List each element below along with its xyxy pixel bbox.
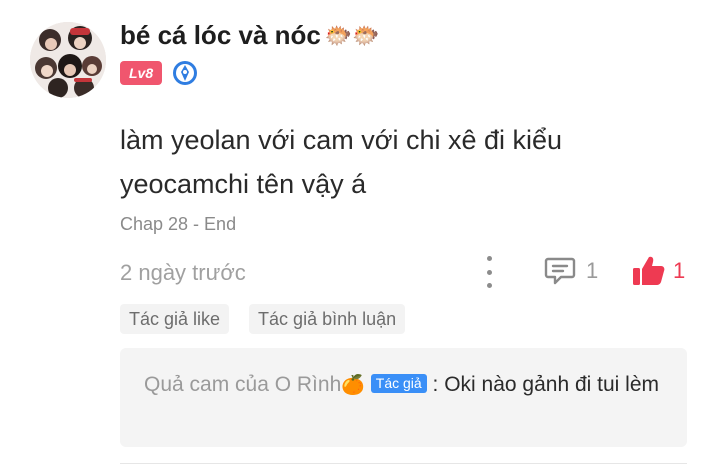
reply-separator: : <box>426 373 445 396</box>
tag-author-like: Tác giả like <box>120 304 230 334</box>
comment-body: làm yeolan với cam với chi xê đi kiểu ye… <box>120 125 563 199</box>
like-count: 1 <box>673 258 686 283</box>
like-button[interactable]: 1 <box>632 255 685 287</box>
username-emoji: 🐡🐡 <box>324 22 380 48</box>
comment-timestamp: 2 ngày trước <box>120 260 246 285</box>
reply-count: 1 <box>586 258 599 283</box>
user-avatar[interactable] <box>30 22 106 98</box>
reply-button[interactable]: 1 <box>544 256 598 286</box>
thumbs-up-icon <box>633 256 665 285</box>
comment-bubble-icon <box>544 257 576 285</box>
comment-username[interactable]: bé cá lóc và nóc 🐡🐡 <box>120 20 380 51</box>
reply-text: Oki nào gảnh đi tui lèm <box>444 373 660 396</box>
reply-author-name[interactable]: Quả cam của O Rình <box>144 373 341 396</box>
verified-badge-icon <box>173 61 198 85</box>
user-badges: Lv8 <box>120 60 198 86</box>
author-badge: Tác giả <box>370 374 427 393</box>
username-text: bé cá lóc và nóc <box>120 20 321 50</box>
divider <box>120 463 687 464</box>
more-vertical-icon[interactable] <box>479 256 499 288</box>
comment-tags: Tác giả like Tác giả bình luận <box>120 304 406 334</box>
chapter-label[interactable]: Chap 28 - End <box>120 214 236 235</box>
tag-author-replied: Tác giả bình luận <box>249 304 406 334</box>
level-badge: Lv8 <box>120 61 163 85</box>
reply-author-emoji: 🍊 <box>341 375 365 396</box>
author-reply[interactable]: Quả cam của O Rình🍊 Tác giả : Oki nào gả… <box>120 348 687 447</box>
avatar-collage-image <box>30 22 106 98</box>
